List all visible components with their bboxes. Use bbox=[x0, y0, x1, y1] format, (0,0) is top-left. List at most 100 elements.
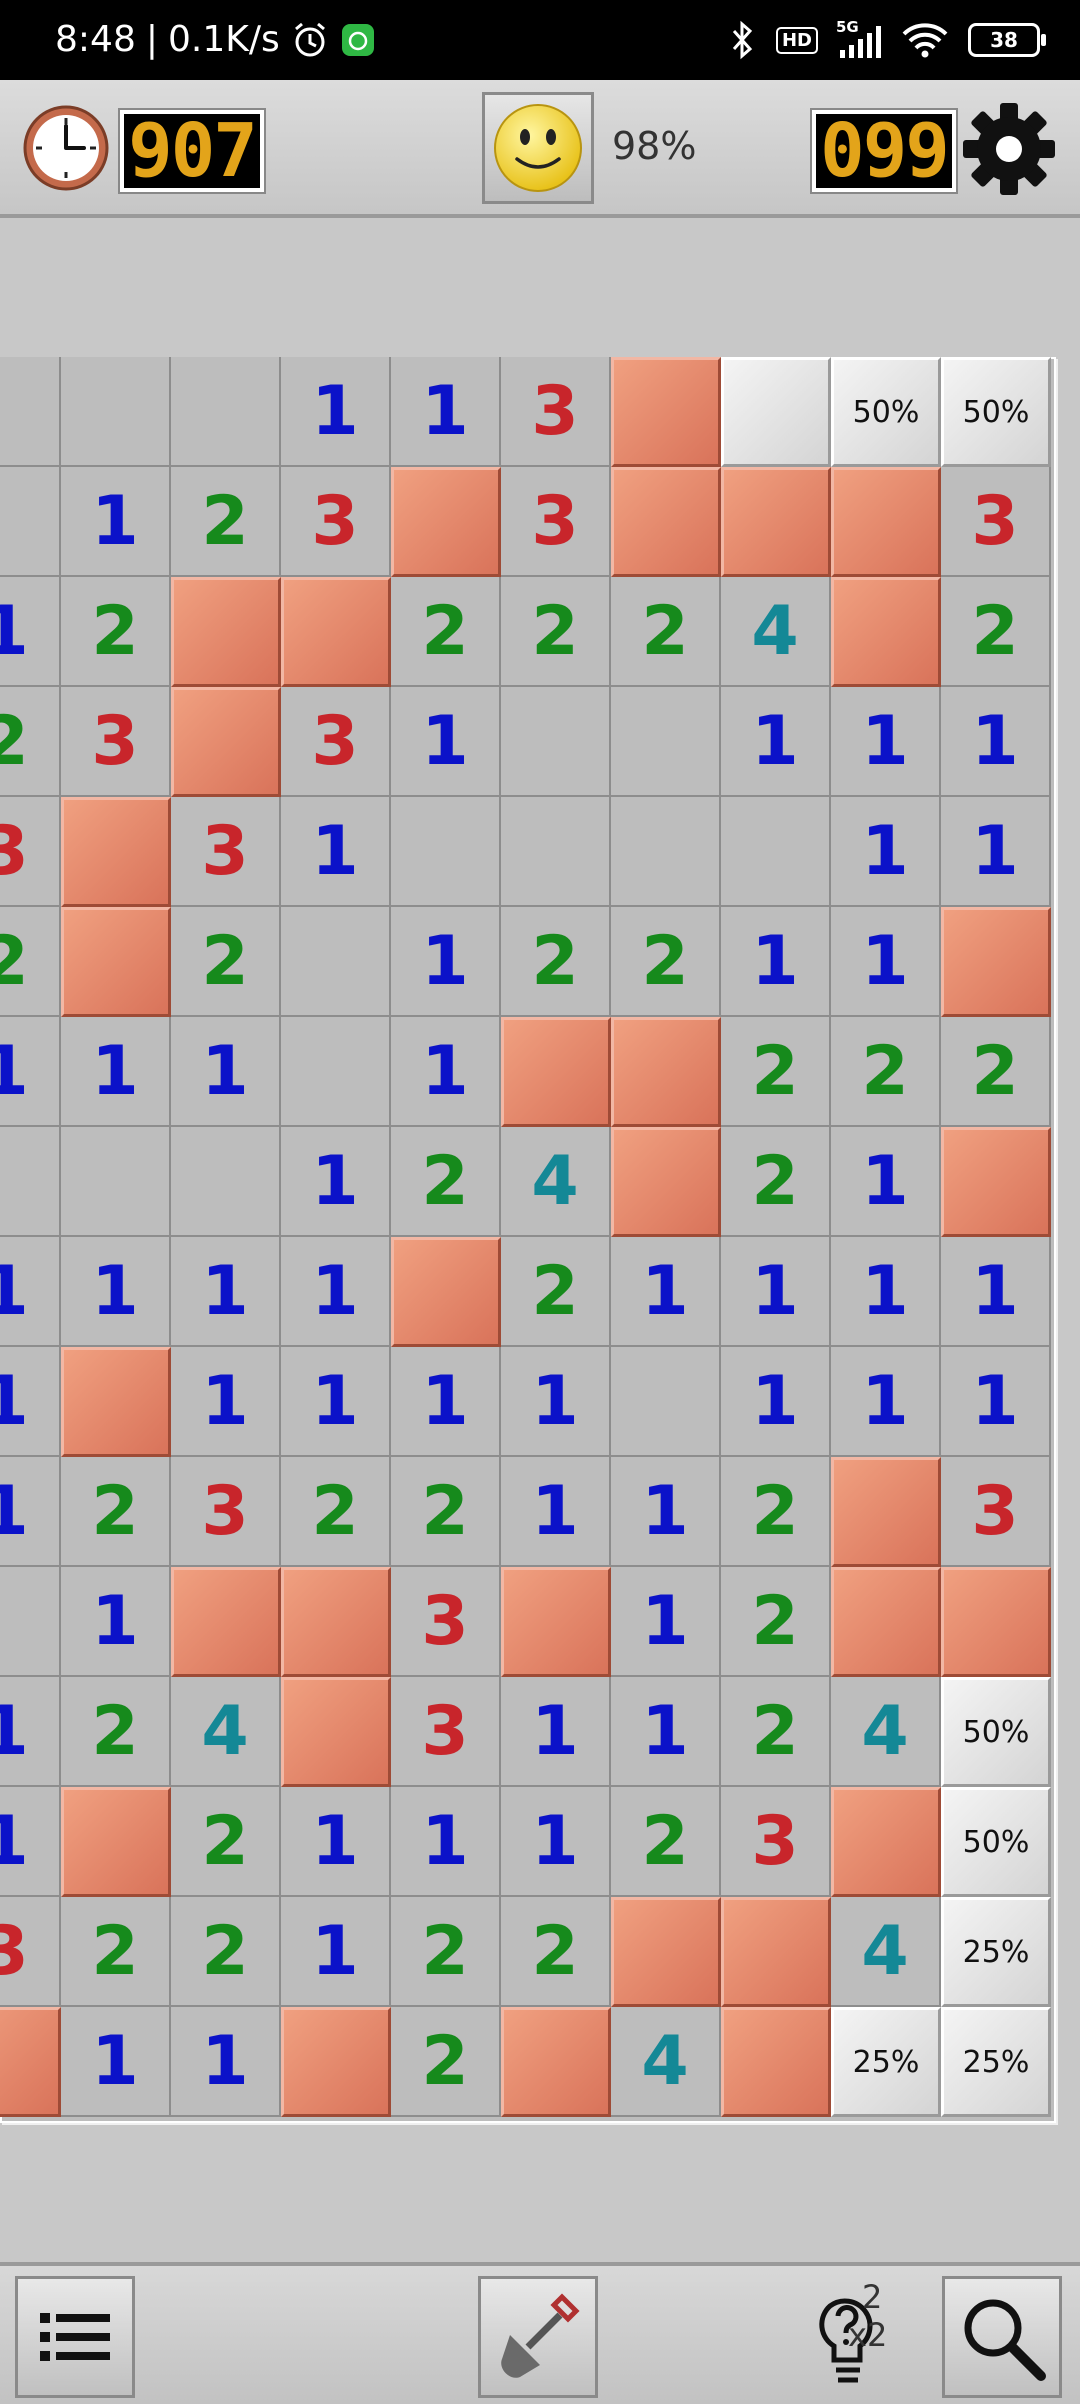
number-cell[interactable]: 3 bbox=[501, 357, 611, 467]
number-cell[interactable]: 2 bbox=[61, 577, 171, 687]
number-cell[interactable]: 1 bbox=[171, 1017, 281, 1127]
number-cell[interactable]: 3 bbox=[941, 1457, 1051, 1567]
number-cell[interactable]: 2 bbox=[61, 1897, 171, 2007]
number-cell[interactable]: 1 bbox=[501, 1677, 611, 1787]
flagged-cell[interactable] bbox=[831, 577, 941, 687]
number-cell[interactable]: 1 bbox=[501, 1347, 611, 1457]
number-cell[interactable]: 3 bbox=[0, 797, 61, 907]
empty-cell[interactable] bbox=[61, 357, 171, 467]
number-cell[interactable]: 3 bbox=[61, 687, 171, 797]
number-cell[interactable]: 1 bbox=[0, 1787, 61, 1897]
number-cell[interactable]: 1 bbox=[831, 1237, 941, 1347]
zoom-button[interactable] bbox=[942, 2276, 1062, 2398]
probability-cell[interactable]: 50% bbox=[941, 1677, 1051, 1787]
number-cell[interactable]: 4 bbox=[501, 1127, 611, 1237]
number-cell[interactable]: 1 bbox=[61, 1237, 171, 1347]
number-cell[interactable]: 1 bbox=[501, 1457, 611, 1567]
flagged-cell[interactable] bbox=[281, 577, 391, 687]
number-cell[interactable]: 1 bbox=[721, 687, 831, 797]
number-cell[interactable]: 2 bbox=[61, 1677, 171, 1787]
flagged-cell[interactable] bbox=[611, 1017, 721, 1127]
empty-cell[interactable] bbox=[721, 797, 831, 907]
number-cell[interactable]: 1 bbox=[831, 687, 941, 797]
flagged-cell[interactable] bbox=[281, 2007, 391, 2117]
number-cell[interactable]: 2 bbox=[61, 1457, 171, 1567]
number-cell[interactable]: 1 bbox=[391, 1787, 501, 1897]
number-cell[interactable]: 1 bbox=[61, 467, 171, 577]
number-cell[interactable]: 1 bbox=[611, 1677, 721, 1787]
empty-cell[interactable] bbox=[501, 797, 611, 907]
number-cell[interactable]: 2 bbox=[611, 907, 721, 1017]
number-cell[interactable]: 1 bbox=[391, 357, 501, 467]
flagged-cell[interactable] bbox=[171, 687, 281, 797]
flagged-cell[interactable] bbox=[831, 467, 941, 577]
flagged-cell[interactable] bbox=[721, 2007, 831, 2117]
number-cell[interactable]: 2 bbox=[281, 1457, 391, 1567]
menu-button[interactable] bbox=[15, 2276, 135, 2398]
empty-cell[interactable] bbox=[171, 1127, 281, 1237]
empty-cell[interactable] bbox=[0, 1127, 61, 1237]
number-cell[interactable]: 1 bbox=[0, 1237, 61, 1347]
flagged-cell[interactable] bbox=[721, 1897, 831, 2007]
number-cell[interactable]: 2 bbox=[941, 1017, 1051, 1127]
number-cell[interactable]: 4 bbox=[831, 1677, 941, 1787]
flagged-cell[interactable] bbox=[391, 1237, 501, 1347]
flagged-cell[interactable] bbox=[611, 1127, 721, 1237]
number-cell[interactable]: 1 bbox=[831, 907, 941, 1017]
number-cell[interactable]: 1 bbox=[281, 1237, 391, 1347]
number-cell[interactable]: 1 bbox=[391, 1347, 501, 1457]
empty-cell[interactable] bbox=[281, 1017, 391, 1127]
flagged-cell[interactable] bbox=[0, 2007, 61, 2117]
number-cell[interactable]: 2 bbox=[501, 577, 611, 687]
empty-cell[interactable] bbox=[501, 687, 611, 797]
flagged-cell[interactable] bbox=[831, 1567, 941, 1677]
number-cell[interactable]: 1 bbox=[0, 1347, 61, 1457]
empty-cell[interactable] bbox=[61, 1127, 171, 1237]
number-cell[interactable]: 2 bbox=[501, 1897, 611, 2007]
number-cell[interactable]: 4 bbox=[721, 577, 831, 687]
number-cell[interactable]: 1 bbox=[0, 577, 61, 687]
number-cell[interactable]: 3 bbox=[0, 1897, 61, 2007]
empty-cell[interactable] bbox=[611, 687, 721, 797]
number-cell[interactable]: 1 bbox=[941, 797, 1051, 907]
number-cell[interactable]: 1 bbox=[391, 1017, 501, 1127]
number-cell[interactable]: 1 bbox=[281, 1897, 391, 2007]
number-cell[interactable]: 2 bbox=[831, 1017, 941, 1127]
number-cell[interactable]: 1 bbox=[831, 1347, 941, 1457]
number-cell[interactable]: 1 bbox=[281, 1787, 391, 1897]
number-cell[interactable]: 2 bbox=[941, 577, 1051, 687]
number-cell[interactable]: 2 bbox=[721, 1127, 831, 1237]
flagged-cell[interactable] bbox=[501, 1567, 611, 1677]
number-cell[interactable]: 2 bbox=[391, 2007, 501, 2117]
number-cell[interactable]: 2 bbox=[721, 1017, 831, 1127]
gear-icon[interactable] bbox=[962, 102, 1056, 196]
flagged-cell[interactable] bbox=[281, 1677, 391, 1787]
flagged-cell[interactable] bbox=[171, 577, 281, 687]
number-cell[interactable]: 2 bbox=[171, 467, 281, 577]
empty-cell[interactable] bbox=[281, 907, 391, 1017]
number-cell[interactable]: 1 bbox=[171, 1347, 281, 1457]
probability-cell[interactable]: 25% bbox=[941, 1897, 1051, 2007]
number-cell[interactable]: 2 bbox=[721, 1457, 831, 1567]
flagged-cell[interactable] bbox=[611, 1897, 721, 2007]
flagged-cell[interactable] bbox=[831, 1787, 941, 1897]
number-cell[interactable]: 1 bbox=[281, 357, 391, 467]
number-cell[interactable]: 1 bbox=[281, 1347, 391, 1457]
number-cell[interactable]: 3 bbox=[391, 1567, 501, 1677]
number-cell[interactable]: 2 bbox=[0, 687, 61, 797]
flagged-cell[interactable] bbox=[61, 1347, 171, 1457]
empty-cell[interactable] bbox=[391, 797, 501, 907]
number-cell[interactable]: 1 bbox=[0, 1677, 61, 1787]
probability-cell[interactable]: 50% bbox=[831, 357, 941, 467]
flagged-cell[interactable] bbox=[721, 467, 831, 577]
empty-cell[interactable] bbox=[0, 467, 61, 577]
number-cell[interactable]: 1 bbox=[721, 1347, 831, 1457]
number-cell[interactable]: 1 bbox=[611, 1567, 721, 1677]
number-cell[interactable]: 1 bbox=[171, 2007, 281, 2117]
flagged-cell[interactable] bbox=[941, 1127, 1051, 1237]
number-cell[interactable]: 1 bbox=[611, 1237, 721, 1347]
number-cell[interactable]: 1 bbox=[0, 1457, 61, 1567]
probability-cell[interactable]: 25% bbox=[831, 2007, 941, 2117]
number-cell[interactable]: 2 bbox=[721, 1677, 831, 1787]
number-cell[interactable]: 4 bbox=[611, 2007, 721, 2117]
